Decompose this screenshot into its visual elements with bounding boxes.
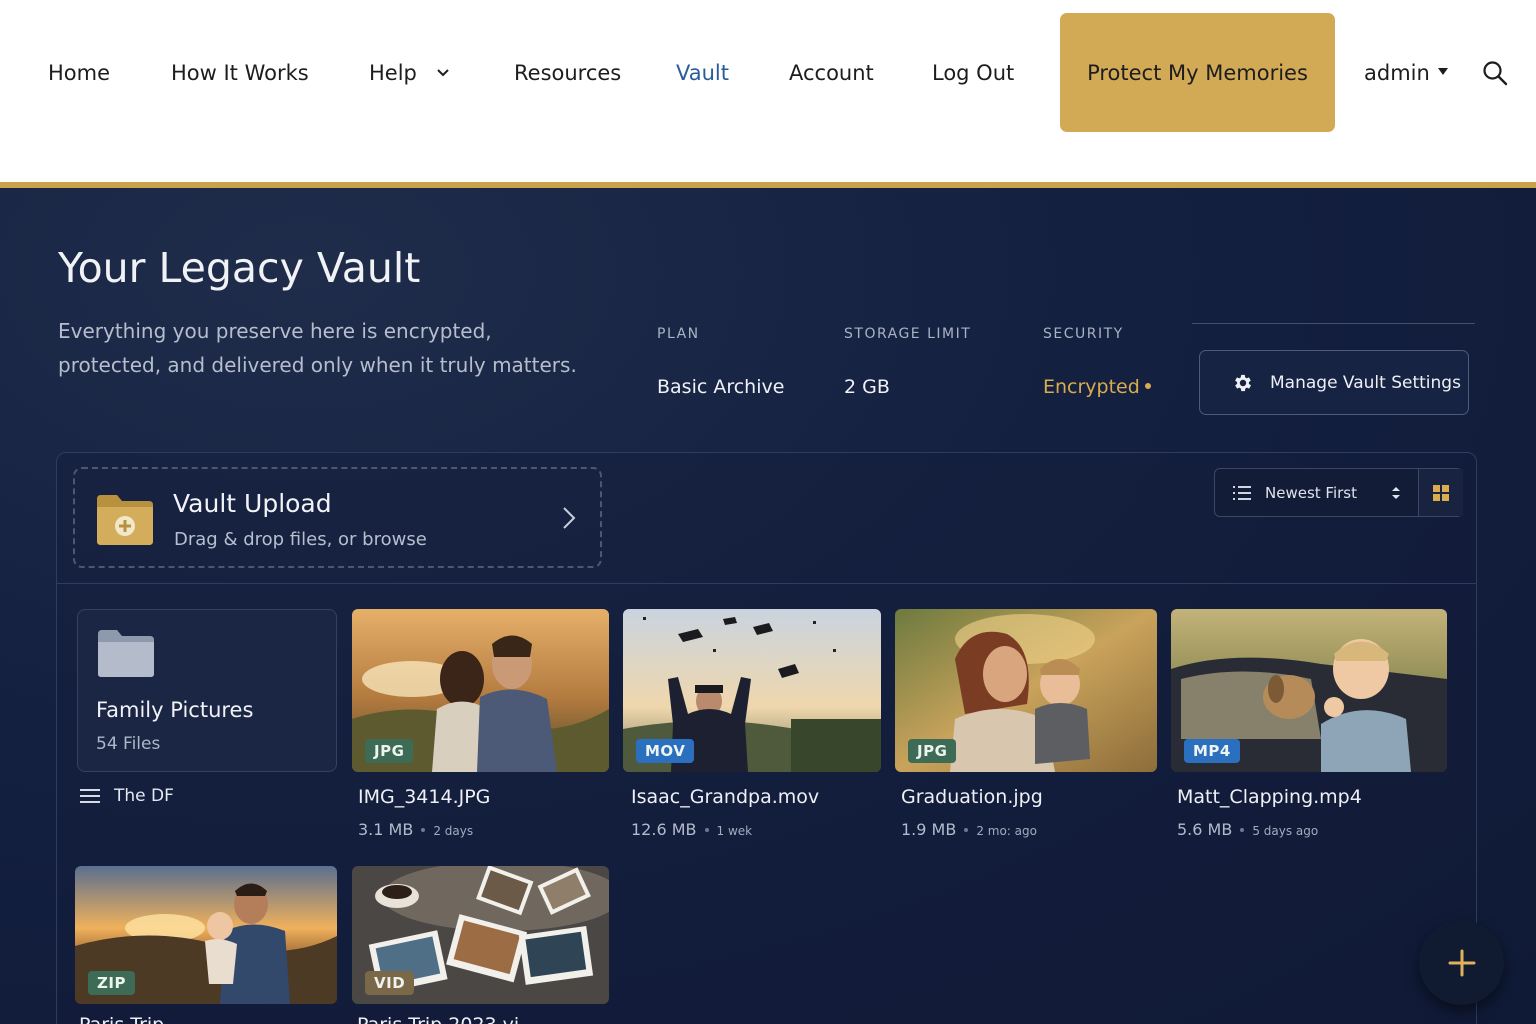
manage-vault-settings-button[interactable]: Manage Vault Settings <box>1199 350 1469 415</box>
file-size: 5.6 MB <box>1177 820 1233 839</box>
upload-title: Vault Upload <box>173 489 332 518</box>
file-size: 12.6 MB <box>631 820 697 839</box>
page-subtitle: Everything you preserve here is encrypte… <box>58 319 577 377</box>
storage-limit-value: 2 GB <box>844 376 890 398</box>
file-type-badge: MOV <box>636 739 695 763</box>
file-type-badge: JPG <box>908 739 957 763</box>
user-menu[interactable]: admin <box>1364 58 1430 88</box>
sort-selected-value: Newest First <box>1265 483 1357 502</box>
file-type-badge: MP4 <box>1184 739 1240 763</box>
grid-icon <box>1433 484 1449 501</box>
file-thumbnail[interactable]: JPG <box>895 609 1157 772</box>
file-size: 1.9 MB <box>901 820 957 839</box>
file-name[interactable]: Isaac_Grandpa.mov <box>631 786 819 808</box>
file-meta: 3.1 MB 2 days <box>358 820 473 839</box>
file-age: 1 wek <box>716 824 753 838</box>
file-type-badge: JPG <box>365 739 414 763</box>
manage-vault-settings-label: Manage Vault Settings <box>1270 372 1461 393</box>
security-value: Encrypted <box>1043 376 1140 398</box>
file-meta: 5.6 MB 5 days ago <box>1177 820 1318 839</box>
file-name[interactable]: Paris Trip 2023.vi... <box>357 1014 537 1024</box>
separator-dot <box>1240 828 1245 832</box>
folder-file-count: 54 Files <box>96 734 161 754</box>
nav-help[interactable]: Help <box>369 58 417 88</box>
protect-my-memories-button[interactable]: Protect My Memories <box>1060 13 1335 132</box>
plan-value: Basic Archive <box>657 376 785 398</box>
file-size: 3.1 MB <box>358 820 414 839</box>
file-age: 2 mo: ago <box>976 824 1037 838</box>
add-button[interactable] <box>1419 920 1504 1005</box>
nav-resources[interactable]: Resources <box>514 58 621 88</box>
file-meta: 1.9 MB 2 mo: ago <box>901 820 1037 839</box>
file-type-badge: VID <box>365 971 415 995</box>
grid-view-button[interactable] <box>1418 469 1463 516</box>
caret-down-icon[interactable] <box>1438 68 1448 75</box>
nav-home[interactable]: Home <box>48 58 110 88</box>
file-thumbnail[interactable]: MP4 <box>1171 609 1447 772</box>
file-name[interactable]: IMG_3414.JPG <box>358 786 490 808</box>
folder-card-family-pictures[interactable]: Family Pictures 54 Files <box>77 609 337 772</box>
folder-sub-item[interactable]: The DF <box>80 786 174 806</box>
separator-dot <box>964 828 969 832</box>
separator-dot <box>421 828 426 832</box>
file-meta: 12.6 MB 1 wek <box>631 820 752 839</box>
file-age: 2 days <box>433 824 474 838</box>
file-thumbnail[interactable]: ZIP <box>75 866 337 1004</box>
sort-dropdown[interactable]: Newest First <box>1215 469 1418 516</box>
menu-icon <box>80 789 100 803</box>
file-thumbnail[interactable]: VID <box>352 866 609 1004</box>
upload-subtitle: Drag & drop files, or browse <box>174 529 427 550</box>
panel-divider <box>57 583 1476 584</box>
list-icon <box>1233 485 1251 500</box>
file-type-badge: ZIP <box>88 971 135 995</box>
stats-divider <box>1192 323 1475 324</box>
status-dot-icon <box>1144 383 1151 389</box>
page-title: Your Legacy Vault <box>58 244 421 292</box>
nav-account[interactable]: Account <box>789 58 874 88</box>
file-thumbnail[interactable]: MOV <box>623 609 881 772</box>
chevron-down-icon[interactable] <box>436 66 450 80</box>
file-name[interactable]: Matt_Clapping.mp4 <box>1177 786 1362 808</box>
file-age: 5 days ago <box>1252 824 1319 838</box>
file-name[interactable]: Paris Trip... <box>79 1014 182 1024</box>
file-name[interactable]: Graduation.jpg <box>901 786 1043 808</box>
separator-dot <box>704 828 709 832</box>
vault-upload-dropzone[interactable]: Vault Upload Drag & drop files, or brows… <box>73 467 602 568</box>
folder-icon <box>98 630 154 677</box>
security-status: Encrypted <box>1043 376 1151 398</box>
search-icon[interactable] <box>1482 60 1508 86</box>
sort-arrows-icon <box>1392 487 1400 499</box>
chevron-right-icon <box>563 507 576 529</box>
plus-icon <box>1448 949 1475 976</box>
top-navigation: Home How It Works Help Resources Vault A… <box>0 0 1536 184</box>
folder-name: Family Pictures <box>96 698 254 722</box>
folder-upload-icon <box>97 495 153 545</box>
nav-vault[interactable]: Vault <box>676 58 729 88</box>
folder-sub-item-label: The DF <box>114 786 174 806</box>
nav-how-it-works[interactable]: How It Works <box>171 58 309 88</box>
file-thumbnail[interactable]: JPG <box>352 609 609 772</box>
plan-label: PLAN <box>657 326 700 342</box>
nav-log-out[interactable]: Log Out <box>932 58 1014 88</box>
storage-limit-label: STORAGE LIMIT <box>844 326 972 342</box>
security-label: SECURITY <box>1043 326 1124 342</box>
sort-controls: Newest First <box>1214 468 1463 517</box>
gear-icon <box>1235 374 1251 391</box>
